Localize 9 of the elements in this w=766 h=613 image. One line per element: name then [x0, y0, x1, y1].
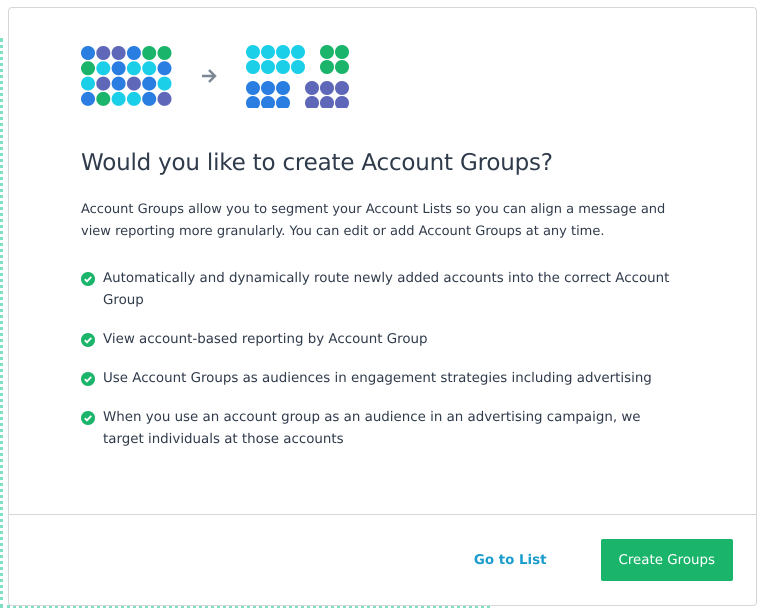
right-arrow-icon: [200, 69, 216, 83]
benefit-text: When you use an account group as an audience in an advertising campaign, we target individuals at those accounts: [103, 409, 642, 449]
dialog-title: Would you like to create Account Groups?: [81, 149, 554, 178]
benefit-text: Use Account Groups as audiences in engagement strategies including advertising: [103, 370, 652, 388]
create-groups-button[interactable]: Create Groups: [600, 539, 733, 581]
benefit-text: View account-based reporting by Account Group: [103, 331, 428, 349]
go-to-list-link[interactable]: Go to List: [474, 548, 546, 572]
benefit-text: Automatically and dynamically route newly added accounts into the correct Account Group: [103, 270, 670, 310]
dialog-description: Account Groups allow you to segment your Account Lists so you can align a message and view reporting more granularly. You can edit or add Account Groups at any time.: [81, 201, 666, 241]
